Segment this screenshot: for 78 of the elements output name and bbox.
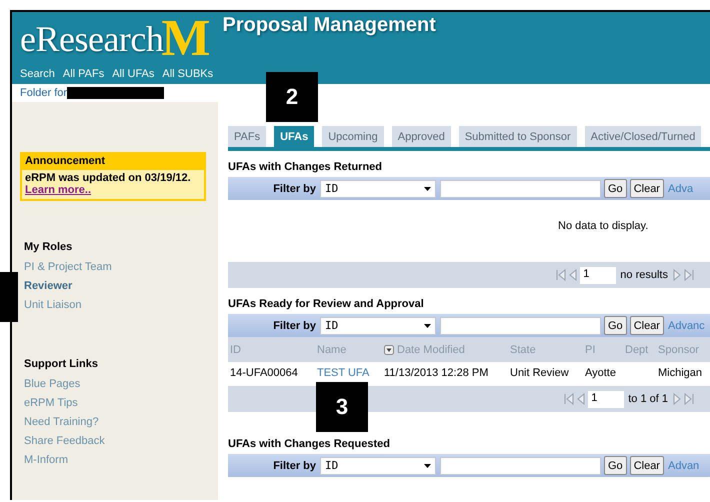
learn-more-link[interactable]: Learn more.. <box>22 184 204 199</box>
table-cell-text: 14-UFA00064 <box>229 367 299 379</box>
dropdown-caret-icon[interactable] <box>424 324 431 328</box>
sort-icon <box>384 344 394 354</box>
filter-label: Filter by <box>272 460 316 472</box>
column-header[interactable]: ID <box>228 344 315 356</box>
filter-label: Filter by <box>272 320 316 332</box>
callout-marker: 3 <box>316 382 368 432</box>
logo-letter: M <box>161 16 210 62</box>
announcement-title: Announcement <box>22 154 204 170</box>
nav-link[interactable]: All PAFs <box>62 68 104 80</box>
tab[interactable]: UFAs <box>274 126 314 147</box>
filter-select[interactable]: ID <box>320 316 436 334</box>
sidebar-link[interactable]: Reviewer <box>24 280 210 292</box>
filter-field[interactable] <box>440 180 601 198</box>
section-title: Support Links <box>24 358 99 370</box>
last-page-icon[interactable] <box>684 269 694 281</box>
next-page-icon[interactable] <box>672 269 682 281</box>
column-header[interactable]: PI <box>583 344 623 356</box>
table-cell-text: 11/13/2013 12:28 PM <box>383 367 490 379</box>
sidebar-link[interactable]: Blue Pages <box>24 378 210 390</box>
next-page-icon[interactable] <box>672 393 682 405</box>
table-cell-text: Ayotte <box>584 367 617 379</box>
first-page-icon[interactable] <box>564 393 574 405</box>
dropdown-caret-icon[interactable] <box>424 186 431 190</box>
table-cell-text: Michigan <box>657 367 704 379</box>
panel-title: UFAs Ready for Review and Approval <box>228 298 425 310</box>
nav-link[interactable]: All UFAs <box>112 68 154 80</box>
sidebar-link[interactable]: Share Feedback <box>24 435 210 447</box>
column-header[interactable]: Date Modified <box>382 344 508 356</box>
first-page-icon[interactable] <box>556 269 566 281</box>
last-page-icon[interactable] <box>684 393 694 405</box>
clear-button[interactable]: Clear <box>630 316 664 335</box>
callout-marker: 2 <box>266 72 318 122</box>
page-summary: to 1 of 1 <box>628 393 668 405</box>
app-title: Proposal Management <box>222 14 436 37</box>
filter-field[interactable] <box>440 456 601 474</box>
sidebar-link[interactable]: Need Training? <box>24 416 210 428</box>
column-header[interactable]: Sponsor <box>656 344 710 356</box>
sidebar-link[interactable]: eRPM Tips <box>24 397 210 409</box>
empty-message: No data to display. <box>558 220 648 232</box>
page-summary: no results <box>620 269 668 281</box>
advanced-link[interactable]: Adva <box>668 182 694 194</box>
section-title: My Roles <box>24 241 74 253</box>
sidebar-link[interactable]: M-Inform <box>24 454 210 466</box>
sidebar-link[interactable]: Unit Liaison <box>24 299 210 311</box>
clear-button[interactable]: Clear <box>630 456 664 475</box>
panel-title: UFAs with Changes Returned <box>228 161 384 173</box>
filter-select[interactable]: ID <box>320 180 436 198</box>
tab[interactable]: Active/Closed/Turned <box>584 126 702 147</box>
dropdown-caret-icon[interactable] <box>424 464 431 468</box>
column-header[interactable]: Dept <box>623 344 656 356</box>
tab[interactable]: PAFs <box>228 126 266 147</box>
tab[interactable]: Approved <box>392 126 451 147</box>
announcement-text: eRPM was updated on 03/19/12. <box>24 171 192 184</box>
name-link[interactable]: TEST UFA <box>315 367 382 379</box>
filter-label: Filter by <box>272 182 316 194</box>
advanced-link[interactable]: Advan <box>668 460 700 472</box>
tab[interactable]: Upcoming <box>322 126 384 147</box>
folder-label: Folder for <box>20 87 68 99</box>
logo-text: eResearch <box>20 18 164 60</box>
advanced-link[interactable]: Advanc <box>668 320 705 332</box>
column-header[interactable]: Name <box>315 344 382 356</box>
panel-title: UFAs with Changes Requested <box>228 438 391 450</box>
go-button[interactable]: Go <box>604 179 627 198</box>
sidebar-link[interactable]: PI & Project Team <box>24 261 210 273</box>
table-cell-text: Unit Review <box>509 367 570 379</box>
page-field[interactable]: 1 <box>588 390 624 408</box>
clear-button[interactable]: Clear <box>630 179 664 198</box>
filter-select[interactable]: ID <box>320 456 436 474</box>
nav-link[interactable]: All SUBKs <box>162 68 214 80</box>
nav-link[interactable]: Search <box>20 68 55 80</box>
column-header[interactable]: State <box>508 344 583 356</box>
tab[interactable]: Submitted to Sponsor <box>458 126 577 147</box>
go-button[interactable]: Go <box>604 316 627 335</box>
filter-field[interactable] <box>440 316 601 334</box>
page-field[interactable]: 1 <box>580 266 616 284</box>
go-button[interactable]: Go <box>604 456 627 475</box>
